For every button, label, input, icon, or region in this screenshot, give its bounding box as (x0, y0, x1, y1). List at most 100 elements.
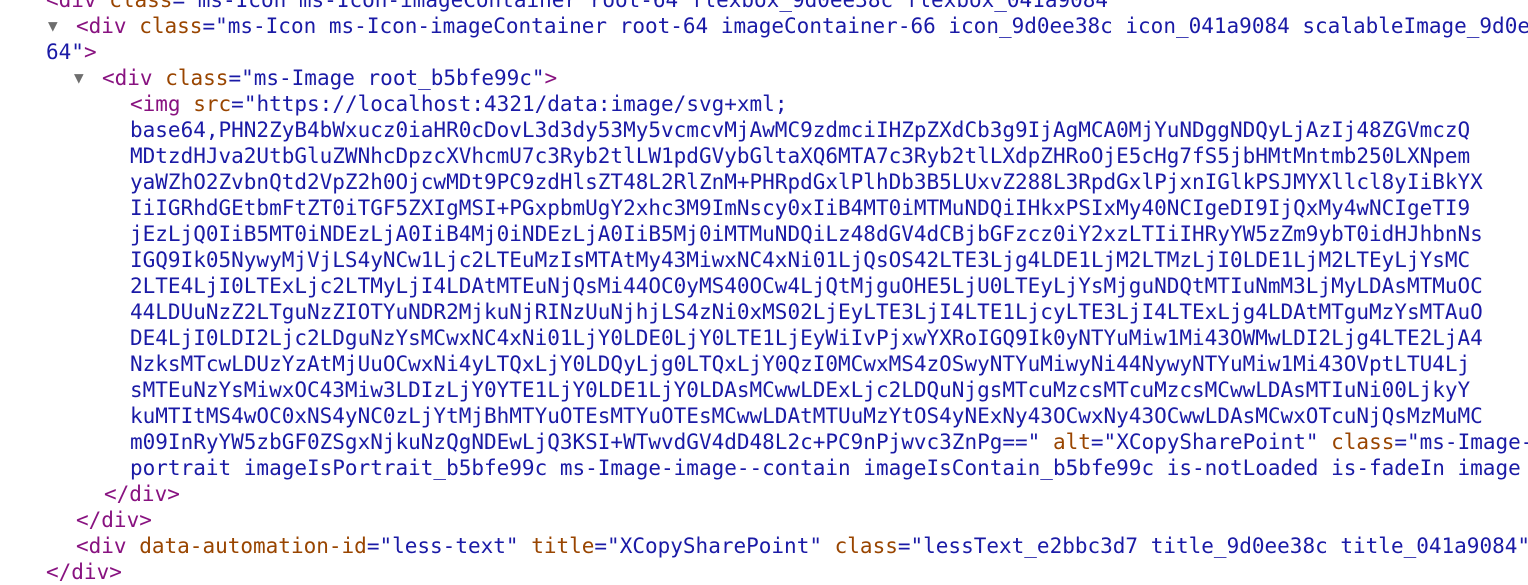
attribute-name-token: title (531, 534, 595, 558)
attribute-value-token: portrait imageIsPortrait_b5bfe99c ms-Ima… (130, 456, 1521, 480)
dom-tree-line-content: <div class="ms-Icon ms-Icon-imageContain… (76, 13, 1528, 39)
attribute-value-token: IiIGRhdGEtbmFtZT0iTGF5ZXIgMSI+PGxpbmUgY2… (130, 196, 1471, 220)
attribute-name-token: class (834, 534, 898, 558)
attribute-value-token: base64,PHN2ZyB4bWxucz0iaHR0cDovL3d3dy53M… (130, 118, 1471, 142)
tag-token: <div (76, 534, 127, 558)
dom-tree-line-content: MDtzdHJva2UtbGluZWNhcDpzcXVhcmU7c3Ryb2tl… (130, 143, 1470, 169)
attribute-name-token: class (1331, 430, 1395, 454)
attribute-value-token: kuMTItMS4wOC0xNS4yNC0zLjYtMjBhMTYuOTEsMT… (130, 404, 1483, 428)
tag-token: <img (130, 92, 181, 116)
attribute-value-token: ="less-text" (366, 534, 519, 558)
dom-tree-line[interactable]: ▼ <div class="ms-Icon ms-Icon-imageContai… (0, 13, 1528, 39)
attribute-value-token: 2LTE4LjI0LTExLjc2LTMyLjI4LDAtMTEuNjQsMi4… (130, 274, 1483, 298)
attribute-value-token: sMTEuNzYsMiwxOC43Miw3LDIzLjY0YTE1LjY0LDE… (130, 378, 1471, 402)
dom-tree-line-content: <div data-automation-id="less-text" titl… (76, 533, 1528, 559)
attribute-value-token: ="ms-Icon ms-Icon-imageContainer root-64… (172, 0, 1121, 12)
tag-token: </div> (76, 508, 152, 532)
attribute-name-token: src (193, 92, 232, 116)
attribute-value-token: 44LDUuNzZ2LTguNzZIOTYuNDR2MjkuNjRINzUuNj… (130, 300, 1483, 324)
disclosure-triangle-icon[interactable]: ▼ (74, 65, 84, 91)
dom-tree-line[interactable]: base64,PHN2ZyB4bWxucz0iaHR0cDovL3d3dy53M… (0, 117, 1528, 143)
dom-tree-line[interactable]: IiIGRhdGEtbmFtZT0iTGF5ZXIgMSI+PGxpbmUgY2… (0, 195, 1528, 221)
dom-tree-line-content: IiIGRhdGEtbmFtZT0iTGF5ZXIgMSI+PGxpbmUgY2… (130, 195, 1470, 221)
attribute-name-token: class (109, 0, 173, 12)
dom-tree-line[interactable]: 44LDUuNzZ2LTguNzZIOTYuNDR2MjkuNjRINzUuNj… (0, 299, 1528, 325)
attribute-value-token: ="XCopySharePoint" (594, 534, 822, 558)
dom-tree-line[interactable]: </div> (0, 507, 1528, 533)
attribute-value-token: NzksMTcwLDUzYzAtMjUuOCwxNi4yLTQxLjY0LDQy… (130, 352, 1471, 376)
dom-tree-line-content: DE4LjI0LDI2Ljc2LDguNzYsMCwxNC4xNi01LjY0L… (130, 325, 1483, 351)
dom-tree-line-content: base64,PHN2ZyB4bWxucz0iaHR0cDovL3d3dy53M… (130, 117, 1470, 143)
dom-tree-line[interactable]: portrait imageIsPortrait_b5bfe99c ms-Ima… (0, 455, 1528, 481)
dom-tree-line-content: portrait imageIsPortrait_b5bfe99c ms-Ima… (130, 455, 1521, 481)
dom-tree-line[interactable]: sMTEuNzYsMiwxOC43Miw3LDIzLjY0YTE1LjY0LDE… (0, 377, 1528, 403)
attribute-name-token: class (139, 14, 203, 38)
dom-tree-line-content: </div> (46, 559, 122, 585)
attribute-value-token: m09InRyYW5zbGF0ZSgxNjkuNzQgNDEwLjQ3KSI+W… (130, 430, 1041, 454)
tag-token: </div> (104, 482, 180, 506)
dom-tree-line[interactable]: jEzLjQ0IiB5MT0iNDEzLjA0IiB4Mj0iNDEzLjA0I… (0, 221, 1528, 247)
attribute-value-token: 64" (46, 40, 84, 64)
dom-tree-line-content: kuMTItMS4wOC0xNS4yNC0zLjYtMjBhMTYuOTEsMT… (130, 403, 1483, 429)
attribute-value-token: ="ms-Icon ms-Icon-imageContainer root-64… (202, 14, 1528, 38)
dom-tree-line-content: m09InRyYW5zbGF0ZSgxNjkuNzQgNDEwLjQ3KSI+W… (130, 429, 1528, 455)
tag-token: > (544, 66, 558, 90)
dom-tree-line[interactable]: m09InRyYW5zbGF0ZSgxNjkuNzQgNDEwLjQ3KSI+W… (0, 429, 1528, 455)
dom-tree-line-content: 44LDUuNzZ2LTguNzZIOTYuNDR2MjkuNjRINzUuNj… (130, 299, 1483, 325)
dom-tree-line-content: <img src="https://localhost:4321/data:im… (130, 91, 787, 117)
attribute-value-token: jEzLjQ0IiB5MT0iNDEzLjA0IiB4Mj0iNDEzLjA0I… (130, 222, 1483, 246)
dom-tree-line[interactable]: 2LTE4LjI0LTExLjc2LTMyLjI4LDAtMTEuNjQsMi4… (0, 273, 1528, 299)
disclosure-triangle-icon[interactable]: ▼ (48, 13, 58, 39)
tag-token: > (83, 40, 97, 64)
dom-tree-line-content: sMTEuNzYsMiwxOC43Miw3LDIzLjY0YTE1LjY0LDE… (130, 377, 1470, 403)
attribute-value-token: ="ms-Image root_b5bfe99c" (228, 66, 545, 90)
attribute-value-token: ="ms-Image-image (1394, 430, 1528, 454)
tag-token: <div (76, 14, 127, 38)
attribute-value-token: MDtzdHJva2UtbGluZWNhcDpzcXVhcmU7c3Ryb2tl… (130, 144, 1471, 168)
dom-tree-line-content: IGQ9Ik05NywyMjVjLS4yNCw1Ljc2LTEuMzIsMTAt… (130, 247, 1470, 273)
dom-tree-line[interactable]: MDtzdHJva2UtbGluZWNhcDpzcXVhcmU7c3Ryb2tl… (0, 143, 1528, 169)
dom-tree-line-content: NzksMTcwLDUzYzAtMjUuOCwxNi4yLTQxLjY0LDQy… (130, 351, 1470, 377)
dom-tree-line-content: yaWZhO2ZvbnQtd2VpZ2h0OjcwMDt9PC9zdHlsZT4… (130, 169, 1483, 195)
dom-tree-line-content: <div class="ms-Image root_b5bfe99c"> (102, 65, 557, 91)
dom-tree-line[interactable]: 64"> (0, 39, 1528, 65)
dom-tree-line[interactable]: </div> (0, 559, 1528, 585)
attribute-value-token: DE4LjI0LDI2Ljc2LDguNzYsMCwxNC4xNi01LjY0L… (130, 326, 1483, 350)
attribute-name-token: alt (1052, 430, 1091, 454)
dom-tree-line-content: <div class="ms-Icon ms-Icon-imageContain… (46, 0, 1121, 13)
dom-tree-line[interactable]: kuMTItMS4wOC0xNS4yNC0zLjYtMjBhMTYuOTEsMT… (0, 403, 1528, 429)
tag-token: <div (102, 66, 153, 90)
dom-tree-line[interactable]: ▼ <div class="ms-Image root_b5bfe99c"> (0, 65, 1528, 91)
attribute-value-token: ="lessText_e2bbc3d7 title_9d0ee38c title… (897, 534, 1528, 558)
attribute-name-token: data-automation-id (139, 534, 367, 558)
dom-tree-line[interactable]: <img src="https://localhost:4321/data:im… (0, 91, 1528, 117)
dom-tree-line[interactable]: yaWZhO2ZvbnQtd2VpZ2h0OjcwMDt9PC9zdHlsZT4… (0, 169, 1528, 195)
dom-tree-line[interactable]: DE4LjI0LDI2Ljc2LDguNzYsMCwxNC4xNi01LjY0L… (0, 325, 1528, 351)
tag-token: <div (46, 0, 97, 12)
dom-tree-line[interactable]: </div> (0, 481, 1528, 507)
dom-tree-line-content: 2LTE4LjI0LTExLjc2LTMyLjI4LDAtMTEuNjQsMi4… (130, 273, 1483, 299)
dom-tree-line[interactable]: NzksMTcwLDUzYzAtMjUuOCwxNi4yLTQxLjY0LDQy… (0, 351, 1528, 377)
dom-tree-line-content: </div> (76, 507, 152, 533)
attribute-value-token: ="https://localhost:4321/data:image/svg+… (231, 92, 788, 116)
dom-tree-line[interactable]: <div data-automation-id="less-text" titl… (0, 533, 1528, 559)
attribute-value-token: yaWZhO2ZvbnQtd2VpZ2h0OjcwMDt9PC9zdHlsZT4… (130, 170, 1483, 194)
dom-tree-line[interactable]: IGQ9Ik05NywyMjVjLS4yNCw1Ljc2LTEuMzIsMTAt… (0, 247, 1528, 273)
dom-tree-line-content: 64"> (46, 39, 97, 65)
dom-tree-line-content: </div> (104, 481, 180, 507)
dom-tree-line-content: jEzLjQ0IiB5MT0iNDEzLjA0IiB4Mj0iNDEzLjA0I… (130, 221, 1483, 247)
attribute-value-token: IGQ9Ik05NywyMjVjLS4yNCw1Ljc2LTEuMzIsMTAt… (130, 248, 1471, 272)
dom-tree-line[interactable]: <div class="ms-Icon ms-Icon-imageContain… (0, 0, 1528, 13)
elements-panel-dom-tree: <div class="ms-Icon ms-Icon-imageContain… (0, 0, 1528, 585)
attribute-value-token: ="XCopySharePoint" (1090, 430, 1319, 454)
attribute-name-token: class (165, 66, 229, 90)
